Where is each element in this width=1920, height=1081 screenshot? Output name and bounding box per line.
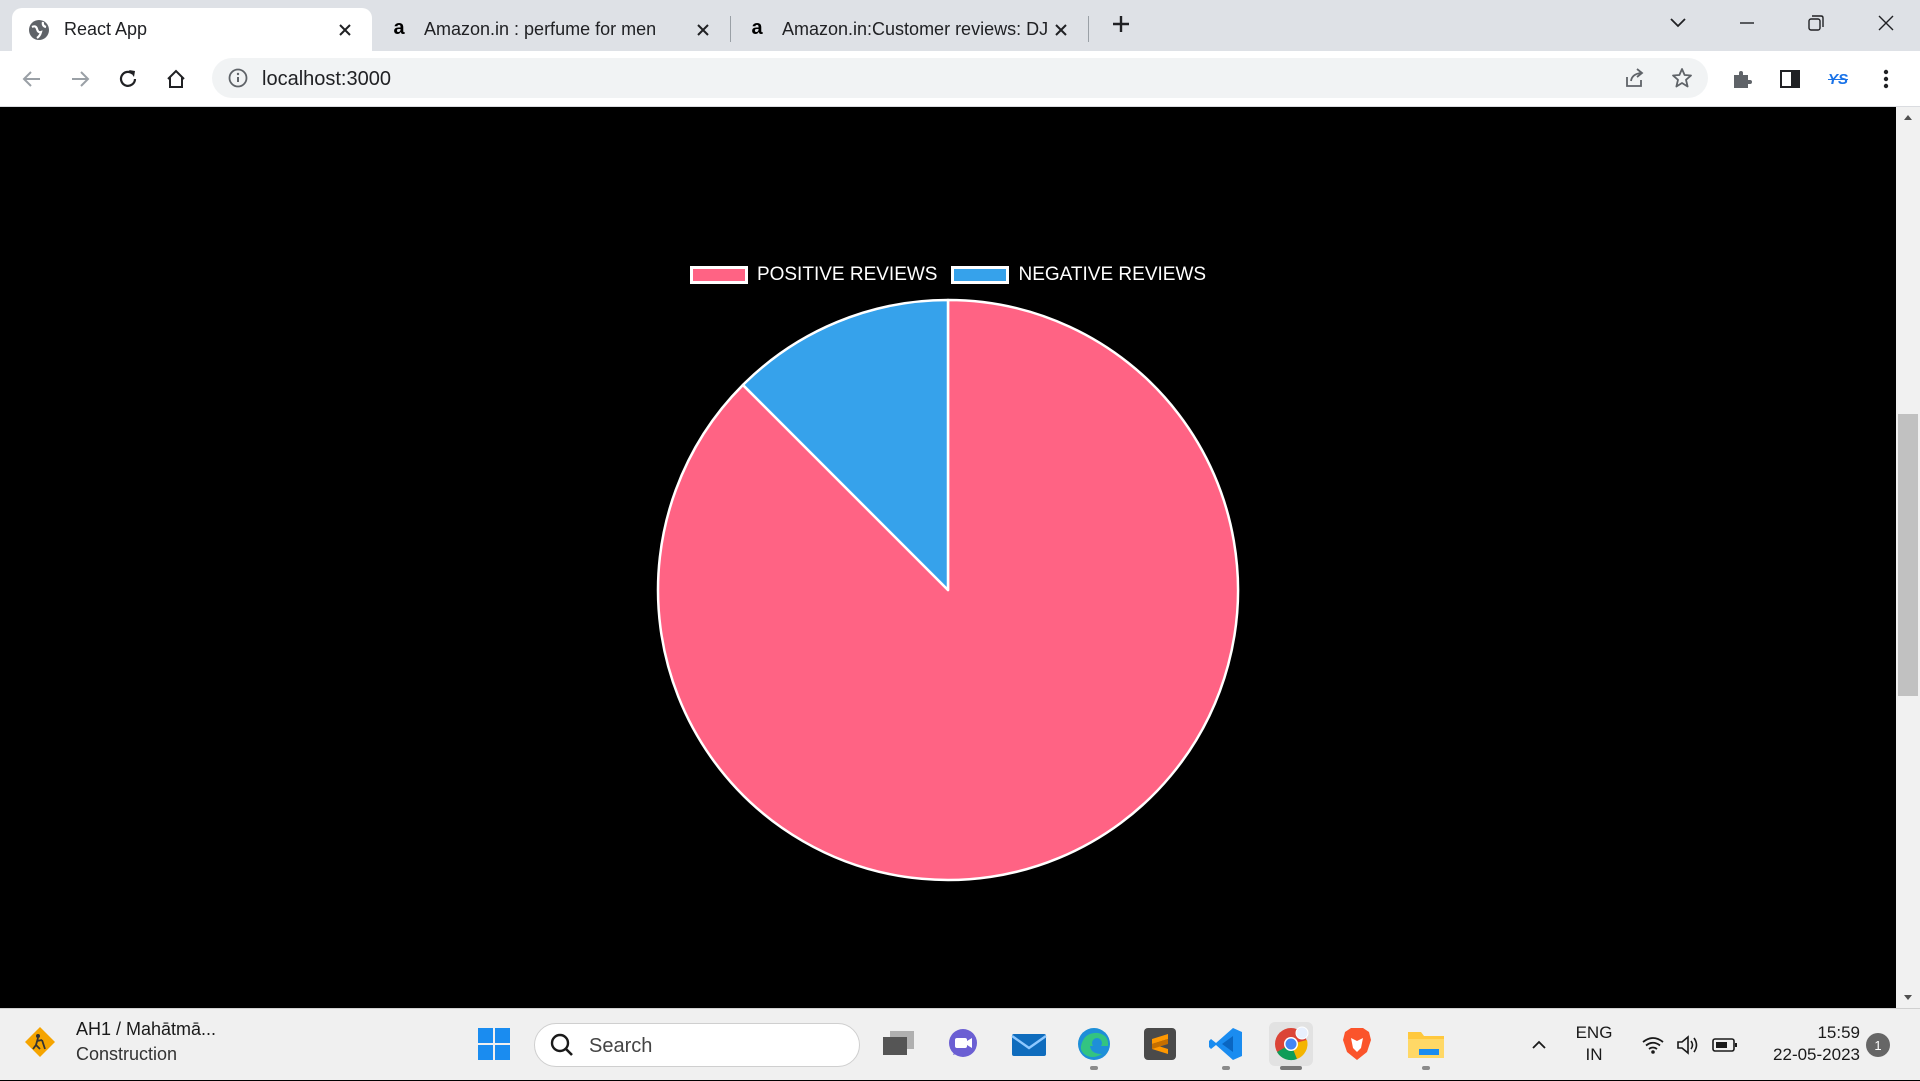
volume-icon[interactable] [1674,1009,1704,1081]
arrow-right-icon [72,71,90,87]
star-icon [1672,68,1692,88]
weather-widget[interactable]: AH1 / Mahātmā... Construction [20,1019,216,1065]
sublime-text-icon [1144,1028,1176,1060]
share-button[interactable] [1616,60,1652,96]
share-icon [1626,68,1644,87]
running-indicator [1090,1066,1098,1070]
windows-logo-icon [478,1028,510,1060]
teams-chat-button[interactable] [941,1022,985,1066]
browser-toolbar: localhost:3000 YS [0,51,1920,107]
battery-icon[interactable] [1710,1009,1740,1081]
weather-title: AH1 / Mahātmā... [76,1019,217,1039]
tab-separator [1088,16,1089,42]
pie-chart [656,298,1240,882]
vscode-icon [1209,1028,1242,1060]
home-icon [167,69,185,88]
close-icon [1878,15,1894,31]
mail-icon [1011,1034,1047,1056]
folder-icon [1408,1032,1444,1058]
active-indicator [1280,1066,1302,1070]
extensions-button[interactable] [1724,61,1760,97]
bookmark-button[interactable] [1664,60,1700,96]
minimize-button[interactable] [1727,8,1767,38]
restore-button[interactable] [1796,8,1836,38]
region-code: IN [1585,1045,1603,1064]
profile-button[interactable]: YS [1820,61,1856,97]
start-button[interactable] [472,1022,516,1066]
close-tab-icon[interactable] [690,17,716,43]
clock-date: 22-05-2023 [1773,1045,1860,1064]
tab-strip: React App a Amazon.in : perfume for men … [0,0,1920,51]
wifi-icon[interactable] [1638,1009,1668,1081]
scroll-down-arrow-icon[interactable] [1896,988,1920,1008]
reload-icon [119,70,137,87]
weather-subtitle: Construction [76,1044,178,1064]
file-explorer-button[interactable] [1404,1022,1448,1070]
menu-button[interactable] [1868,61,1904,97]
system-clock[interactable]: 15:59 22-05-2023 [1748,1022,1860,1066]
site-info-icon[interactable] [222,62,254,94]
new-tab-button[interactable] [1108,11,1134,37]
mail-button[interactable] [1007,1022,1051,1066]
sublime-text-button[interactable] [1138,1022,1182,1066]
language-indicator[interactable]: ENG IN [1570,1022,1618,1066]
task-view-icon [883,1031,914,1055]
show-hidden-icons-button[interactable] [1524,1009,1554,1081]
page-viewport: POSITIVE REVIEWS NEGATIVE REVIEWS [0,107,1896,1008]
kebab-menu-icon [1883,69,1889,89]
plus-icon [1113,16,1129,32]
running-indicator [1422,1066,1430,1070]
brave-browser-button[interactable] [1335,1022,1379,1066]
tab-title: Amazon.in : perfume for men [424,19,657,39]
chat-icon [949,1029,977,1057]
globe-icon [28,19,50,41]
close-window-button[interactable] [1866,8,1906,38]
chrome-button[interactable] [1269,1022,1313,1070]
amazon-icon: a [751,16,763,39]
brave-lion-icon [1343,1028,1371,1060]
url-text: localhost:3000 [262,68,391,90]
vertical-scrollbar[interactable] [1896,107,1920,1008]
edge-browser-button[interactable] [1072,1022,1116,1070]
running-indicator [1222,1066,1230,1070]
profile-avatar: YS [1827,70,1848,88]
close-tab-icon[interactable] [332,17,358,43]
chevron-up-icon [1532,1040,1546,1049]
chrome-icon [1275,1026,1309,1061]
taskbar-search-input[interactable]: Search [534,1023,860,1067]
close-tab-icon[interactable] [1048,17,1074,43]
scroll-up-arrow-icon[interactable] [1896,107,1920,127]
home-button[interactable] [158,61,194,97]
arrow-left-icon [22,71,40,87]
amazon-icon: a [393,16,405,39]
tab-amazon-perfume[interactable]: a Amazon.in : perfume for men [372,8,730,51]
tab-title: Amazon.in:Customer reviews: DJ [782,19,1048,39]
restore-icon [1808,15,1824,31]
side-panel-icon [1780,70,1800,88]
forward-button[interactable] [62,61,98,97]
notification-badge[interactable]: 1 [1866,1033,1890,1057]
edge-icon [1078,1028,1110,1060]
windows-taskbar: AH1 / Mahātmā... Construction Search ENG… [0,1008,1920,1080]
task-view-button[interactable] [876,1022,920,1066]
clock-time: 15:59 [1817,1023,1860,1042]
search-placeholder: Search [589,1035,653,1057]
address-bar[interactable]: localhost:3000 [212,58,1708,98]
vscode-button[interactable] [1204,1022,1248,1070]
search-icon [550,1033,573,1056]
back-button[interactable] [14,61,50,97]
tab-search-button[interactable] [1658,8,1698,38]
side-panel-button[interactable] [1772,61,1808,97]
scrollbar-thumb[interactable] [1898,414,1918,696]
chevron-down-icon [1670,18,1686,28]
tab-react-app[interactable]: React App [12,8,372,51]
construction-warning-icon [20,1022,60,1062]
minimize-icon [1740,22,1754,24]
puzzle-icon [1734,71,1752,88]
tab-title: React App [64,19,148,39]
language-code: ENG [1575,1023,1613,1042]
reload-button[interactable] [110,61,146,97]
tab-amazon-reviews[interactable]: a Amazon.in:Customer reviews: DJ [730,8,1088,51]
